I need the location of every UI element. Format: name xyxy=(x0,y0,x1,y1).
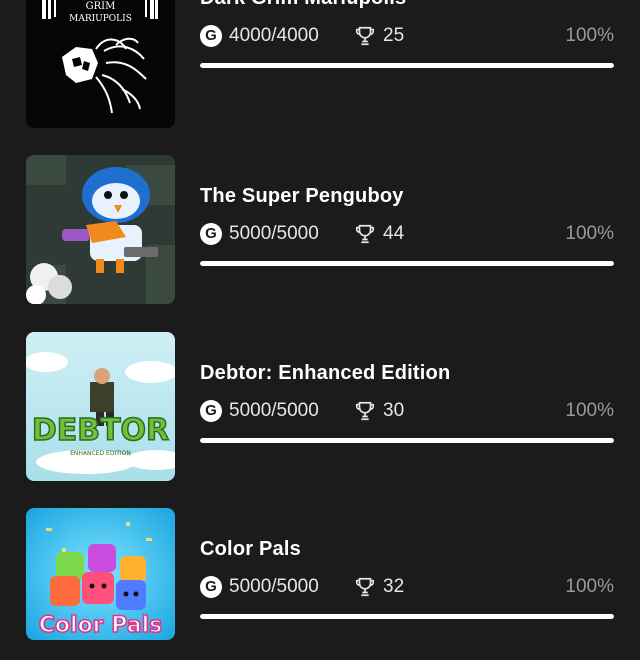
achievement-count: 32 xyxy=(383,576,405,597)
cover-text-top: GRIM xyxy=(86,1,116,12)
dark-grim-cover-art: GRIM MARIUPOLIS xyxy=(26,0,175,128)
trophy-icon xyxy=(355,401,375,421)
color-pals-cover-art: Color Pals xyxy=(26,508,175,640)
completion-percent: 100% xyxy=(565,223,614,244)
gamerscore-value: 4000/4000 xyxy=(229,25,319,46)
game-stats: G 4000/4000 25 100% xyxy=(200,23,614,51)
game-cover-the-super-penguboy[interactable] xyxy=(26,155,175,304)
trophy-icon xyxy=(355,26,375,46)
completion-progress-bar xyxy=(200,614,614,619)
game-cover-debtor-enhanced-edition[interactable]: DEBTOR ENHANCED EDITION xyxy=(26,332,175,481)
completion-progress-bar xyxy=(200,63,614,68)
gamerscore-icon: G xyxy=(200,576,222,598)
completion-progress-bar xyxy=(200,438,614,443)
gamerscore-icon: G xyxy=(200,400,222,422)
gamerscore-icon: G xyxy=(200,25,222,47)
completion-percent: 100% xyxy=(565,576,614,597)
gamerscore-icon: G xyxy=(200,223,222,245)
cover-text: DEBTOR xyxy=(32,413,169,448)
gamerscore-value: 5000/5000 xyxy=(229,400,319,421)
game-title: The Super Penguboy xyxy=(200,185,404,207)
completion-progress-fill xyxy=(200,438,614,443)
cover-text-bottom: MARIUPOLIS xyxy=(69,14,132,24)
game-stats: G 5000/5000 32 100% xyxy=(200,574,614,602)
completion-progress-bar xyxy=(200,261,614,266)
penguboy-cover-art xyxy=(26,155,175,304)
game-title: Color Pals xyxy=(200,538,301,560)
game-row-dark-grim-mariupolis[interactable]: GRIM MARIUPOLIS Dark Grim Mariupolis G 4… xyxy=(0,0,640,131)
achievement-count: 25 xyxy=(383,25,405,46)
game-stats: G 5000/5000 30 100% xyxy=(200,398,614,426)
completion-progress-fill xyxy=(200,614,614,619)
game-row-debtor-enhanced-edition[interactable]: DEBTOR ENHANCED EDITION Debtor: Enhanced… xyxy=(0,332,640,484)
game-cover-color-pals[interactable]: Color Pals xyxy=(26,508,175,640)
cover-subtext: ENHANCED EDITION xyxy=(70,450,131,457)
trophy-icon xyxy=(355,577,375,597)
completion-percent: 100% xyxy=(565,25,614,46)
game-row-the-super-penguboy[interactable]: The Super Penguboy G 5000/5000 44 100% xyxy=(0,155,640,307)
game-title: Debtor: Enhanced Edition xyxy=(200,362,451,384)
game-title: Dark Grim Mariupolis xyxy=(200,0,406,10)
completion-percent: 100% xyxy=(565,400,614,421)
gamerscore-value: 5000/5000 xyxy=(229,223,319,244)
gamerscore-value: 5000/5000 xyxy=(229,576,319,597)
game-stats: G 5000/5000 44 100% xyxy=(200,221,614,249)
game-row-color-pals[interactable]: Color Pals Color Pals G 5000/5000 32 100… xyxy=(0,508,640,660)
trophy-icon xyxy=(355,224,375,244)
achievement-count: 44 xyxy=(383,223,405,244)
debtor-cover-art: DEBTOR ENHANCED EDITION xyxy=(26,332,175,481)
game-cover-dark-grim-mariupolis[interactable]: GRIM MARIUPOLIS xyxy=(26,0,175,128)
achievement-count: 30 xyxy=(383,400,405,421)
completion-progress-fill xyxy=(200,261,614,266)
completion-progress-fill xyxy=(200,63,614,68)
cover-text: Color Pals xyxy=(39,613,162,638)
